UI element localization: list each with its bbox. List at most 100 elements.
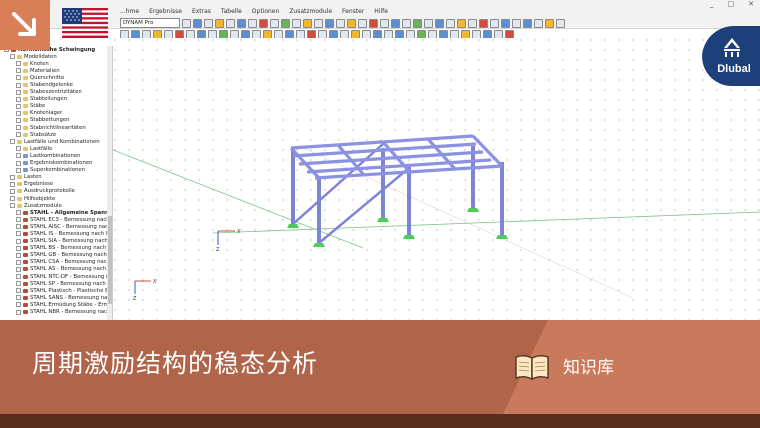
tree-item[interactable]: Stabendgelenke	[0, 81, 112, 88]
toolbar-button[interactable]	[501, 18, 510, 28]
toolbar-button[interactable]	[314, 18, 323, 28]
tree-item[interactable]: Hilfsobjekte	[0, 195, 112, 202]
expand-toggle-icon[interactable]	[10, 181, 15, 187]
tree-item[interactable]: Knoten	[0, 60, 112, 67]
toolbar-button[interactable]	[468, 18, 477, 28]
expand-toggle-icon[interactable]	[16, 146, 21, 152]
tree-item[interactable]: STAHL Ermüdung Stäbe - Ermüdu	[0, 301, 112, 308]
toolbar-button[interactable]	[523, 18, 532, 28]
toolbar-button[interactable]	[512, 18, 521, 28]
toolbar-button[interactable]	[281, 18, 290, 28]
toolbar-button[interactable]	[490, 18, 499, 28]
expand-toggle-icon[interactable]	[16, 75, 21, 81]
expand-toggle-icon[interactable]	[16, 238, 21, 244]
expand-toggle-icon[interactable]	[10, 174, 15, 180]
toolbar-button[interactable]	[182, 18, 191, 28]
expand-toggle-icon[interactable]	[16, 281, 21, 287]
expand-toggle-icon[interactable]	[16, 288, 21, 294]
tree-item[interactable]: STAHL AISC - Bemessung nach AI	[0, 223, 112, 230]
expand-toggle-icon[interactable]	[16, 231, 21, 237]
expand-toggle-icon[interactable]	[10, 203, 15, 209]
tree-item[interactable]: STAHL GB - Bemessung nach GB	[0, 252, 112, 259]
expand-toggle-icon[interactable]	[10, 196, 15, 202]
expand-toggle-icon[interactable]	[16, 167, 21, 173]
menu-item[interactable]: ...hme	[120, 8, 139, 18]
toolbar-button[interactable]	[369, 18, 378, 28]
toolbar-button[interactable]	[556, 18, 565, 28]
tree-item[interactable]: STAHL BS - Bemessung nach BS	[0, 245, 112, 252]
toolbar-button[interactable]	[479, 18, 488, 28]
toolbar-button[interactable]	[270, 18, 279, 28]
expand-toggle-icon[interactable]	[16, 125, 21, 131]
toolbar-button[interactable]	[292, 18, 301, 28]
tree-item[interactable]: Lastfälle und Kombinationen	[0, 138, 112, 145]
menu-item[interactable]: Tabelle	[221, 8, 242, 18]
menu-item[interactable]: Optionen	[252, 8, 280, 18]
tree-item[interactable]: Stabbettungen	[0, 117, 112, 124]
tree-item[interactable]: STAHL IS - Bemessung nach IS	[0, 230, 112, 237]
toolbar-button[interactable]	[226, 18, 235, 28]
tree-item[interactable]: Lasten	[0, 174, 112, 181]
tree-item[interactable]: STAHL SIA - Bemessung nach SIA	[0, 238, 112, 245]
toolbar-button[interactable]	[303, 18, 312, 28]
model-viewport[interactable]: X Z X Z	[112, 38, 760, 320]
tree-item[interactable]: Ergebniskombinationen	[0, 160, 112, 167]
toolbar-button[interactable]	[336, 18, 345, 28]
close-button[interactable]: ✕	[748, 0, 754, 8]
menu-item[interactable]: Fenster	[342, 8, 364, 18]
expand-toggle-icon[interactable]	[16, 252, 21, 258]
model-select[interactable]: DYNAM Pro	[120, 18, 180, 28]
tree-item[interactable]: STAHL Plastisch - Plastische Beme	[0, 287, 112, 294]
expand-toggle-icon[interactable]	[16, 245, 21, 251]
toolbar-button[interactable]	[193, 18, 202, 28]
toolbar-button[interactable]	[325, 18, 334, 28]
toolbar-button[interactable]	[545, 18, 554, 28]
expand-toggle-icon[interactable]	[16, 96, 21, 102]
expand-toggle-icon[interactable]	[10, 54, 15, 60]
toolbar-button[interactable]	[391, 18, 400, 28]
tree-item[interactable]: Ergebnisse	[0, 181, 112, 188]
expand-toggle-icon[interactable]	[16, 110, 21, 116]
tree-item[interactable]: Stabnichtlinearitäten	[0, 124, 112, 131]
expand-toggle-icon[interactable]	[16, 132, 21, 138]
tree-item[interactable]: Stabsätze	[0, 131, 112, 138]
tree-item[interactable]: Lastkombinationen	[0, 152, 112, 159]
toolbar-button[interactable]	[358, 18, 367, 28]
expand-toggle-icon[interactable]	[16, 82, 21, 88]
knowledge-base-label[interactable]: 知识库	[563, 353, 614, 378]
expand-toggle-icon[interactable]	[16, 259, 21, 265]
toolbar-button[interactable]	[237, 18, 246, 28]
tree-item[interactable]: Zusatzmodule	[0, 202, 112, 209]
tree-item[interactable]: Knotenlager	[0, 110, 112, 117]
tree-item[interactable]: STAHL SP - Bemessung nach SP	[0, 280, 112, 287]
toolbar-button[interactable]	[402, 18, 411, 28]
menu-item[interactable]: Zusatzmodule	[289, 8, 332, 18]
expand-toggle-icon[interactable]	[16, 217, 21, 223]
expand-toggle-icon[interactable]	[16, 210, 21, 216]
expand-toggle-icon[interactable]	[16, 224, 21, 230]
expand-toggle-icon[interactable]	[10, 139, 15, 145]
minimize-button[interactable]: _	[710, 0, 714, 8]
tree-item[interactable]: Stäbe	[0, 103, 112, 110]
maximize-button[interactable]: □	[728, 0, 735, 8]
toolbar-button[interactable]	[380, 18, 389, 28]
toolbar-button[interactable]	[424, 18, 433, 28]
tree-item[interactable]: STAHL AS - Bemessung nach AS	[0, 266, 112, 273]
scrollbar-thumb[interactable]	[107, 216, 112, 304]
tree-item[interactable]: Modelldaten	[0, 53, 112, 60]
tree-item[interactable]: Ausdruckprotokolle	[0, 188, 112, 195]
expand-toggle-icon[interactable]	[16, 295, 21, 301]
expand-toggle-icon[interactable]	[16, 61, 21, 67]
toolbar-button[interactable]	[248, 18, 257, 28]
expand-toggle-icon[interactable]	[16, 117, 21, 123]
toolbar-button[interactable]	[534, 18, 543, 28]
tree-item[interactable]: STAHL NBR - Bemessung nach NB	[0, 308, 112, 315]
expand-toggle-icon[interactable]	[16, 309, 21, 315]
expand-toggle-icon[interactable]	[16, 89, 21, 95]
toolbar-button[interactable]	[457, 18, 466, 28]
expand-toggle-icon[interactable]	[16, 266, 21, 272]
menu-item[interactable]: Ergebnisse	[149, 8, 182, 18]
tree-item[interactable]: Materialien	[0, 67, 112, 74]
tree-item[interactable]: Stabteilungen	[0, 96, 112, 103]
expand-toggle-icon[interactable]	[16, 160, 21, 166]
